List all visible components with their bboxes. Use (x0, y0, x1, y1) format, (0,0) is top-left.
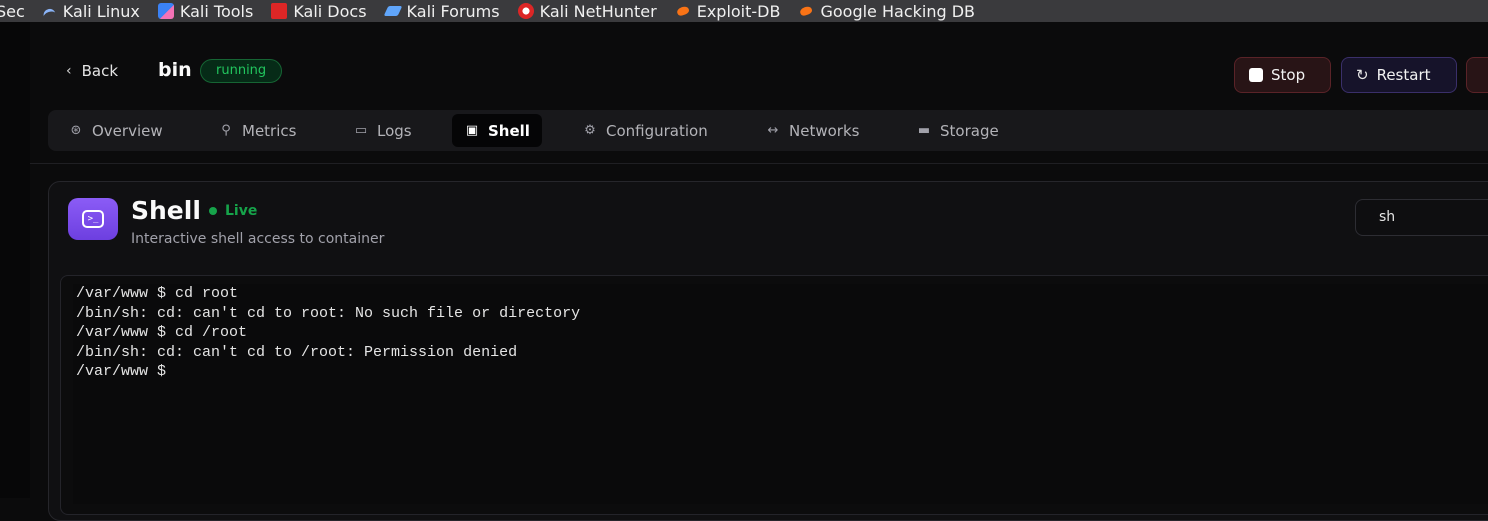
bookmark-kali-nethunter[interactable]: Kali NetHunter (517, 2, 657, 21)
storage-icon: ▬ (917, 123, 931, 138)
live-dot-icon (209, 207, 217, 215)
terminal-line: /var/www $ (76, 363, 167, 380)
card-title: Shell (131, 196, 201, 225)
bookmark-sec[interactable]: Sec (0, 2, 25, 21)
tab-shell[interactable]: ▣ Shell (452, 114, 542, 147)
kali-forums-icon (385, 3, 401, 19)
tab-bar: ⊛ Overview ⚲ Metrics ▭ Logs ▣ Shell ⚙ Configu… (48, 110, 1488, 151)
nethunter-icon (517, 3, 534, 19)
bookmark-kali-docs[interactable]: Kali Docs (271, 2, 367, 21)
exploit-db-icon (798, 3, 814, 19)
live-indicator: Live (209, 203, 257, 219)
network-icon: ↔ (767, 123, 779, 138)
tab-metrics[interactable]: ⚲ Metrics (206, 114, 308, 147)
overview-icon: ⊛ (70, 123, 82, 138)
shell-select[interactable]: sh (1355, 199, 1488, 236)
kali-tools-icon (157, 3, 174, 19)
tab-configuration[interactable]: ⚙ Configuration (570, 114, 720, 147)
container-name: bin (158, 59, 192, 81)
terminal-line: /bin/sh: cd: can't cd to root: No such f… (76, 305, 581, 322)
gear-icon: ⚙ (584, 123, 596, 138)
chevron-left-icon: ‹ (66, 63, 72, 79)
shell-icon: >_ (68, 198, 118, 240)
divider (30, 163, 1488, 164)
delete-button[interactable] (1466, 57, 1488, 93)
left-sidebar-strip (0, 22, 30, 498)
terminal-line: /var/www $ cd root (76, 285, 239, 302)
exploit-db-icon (675, 3, 691, 19)
restart-button[interactable]: ↻ Restart (1341, 57, 1457, 93)
bookmark-kali-forums[interactable]: Kali Forums (385, 2, 500, 21)
bookmark-google-hacking-db[interactable]: Google Hacking DB (798, 2, 975, 21)
bookmark-kali-tools[interactable]: Kali Tools (157, 2, 253, 21)
back-button[interactable]: ‹ Back (66, 62, 118, 80)
bookmark-exploit-db[interactable]: Exploit-DB (675, 2, 781, 21)
card-subtitle: Interactive shell access to container (131, 231, 385, 247)
stop-icon (1249, 68, 1263, 82)
status-badge: running (200, 59, 283, 83)
tab-networks[interactable]: ↔ Networks (753, 114, 871, 147)
logs-icon: ▭ (354, 123, 368, 138)
bookmarks-bar: Sec Kali Linux Kali Tools Kali Docs Kali… (0, 0, 1488, 22)
terminal-line: /var/www $ cd /root (76, 324, 248, 341)
kali-dragon-icon (41, 3, 57, 19)
terminal-line: /bin/sh: cd: can't cd to /root: Permissi… (76, 344, 518, 361)
kali-docs-icon (271, 3, 288, 19)
tab-logs[interactable]: ▭ Logs (341, 114, 424, 147)
metrics-icon: ⚲ (221, 123, 231, 138)
restart-icon: ↻ (1356, 66, 1369, 84)
stop-button[interactable]: Stop (1234, 57, 1331, 93)
tab-storage[interactable]: ▬ Storage (904, 114, 1011, 147)
tab-overview[interactable]: ⊛ Overview (56, 114, 175, 147)
shell-icon: ▣ (465, 123, 479, 138)
bookmark-kali-linux[interactable]: Kali Linux (41, 2, 140, 21)
